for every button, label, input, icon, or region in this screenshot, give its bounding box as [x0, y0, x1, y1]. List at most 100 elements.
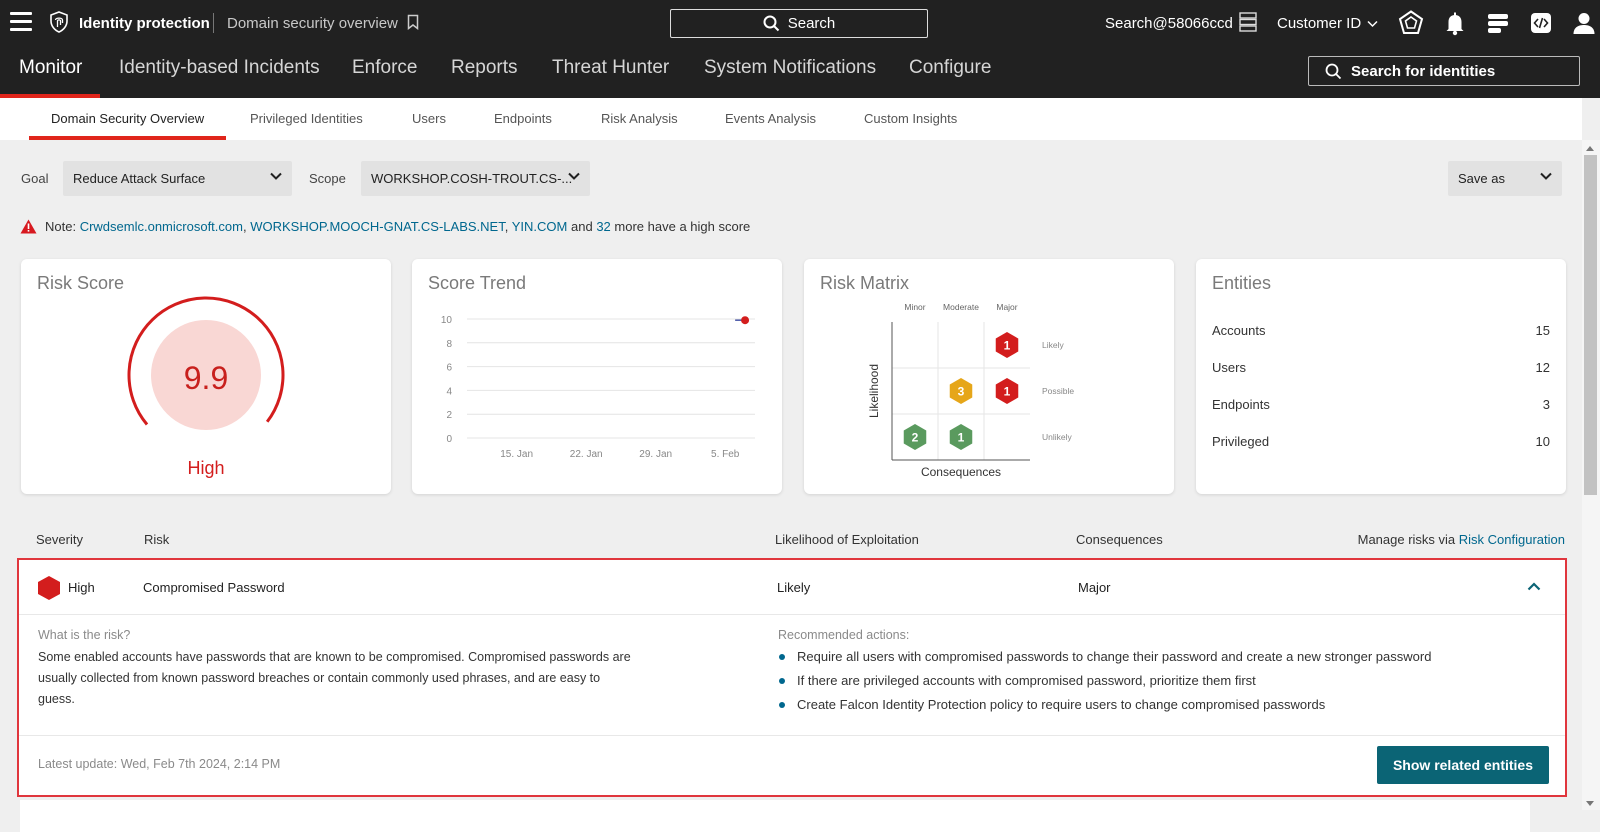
risk-matrix-chart: Minor Moderate Major Likely Possible Unlikely…	[867, 302, 1074, 479]
app-name[interactable]: Identity protection	[79, 15, 210, 32]
entity-count: 10	[1535, 434, 1550, 449]
data-point[interactable]	[741, 316, 750, 325]
chevron-down-icon	[270, 172, 282, 180]
y-tick-label: 0	[446, 434, 452, 445]
bell-icon[interactable]	[1442, 10, 1468, 36]
ai-assistant-icon[interactable]	[1398, 10, 1424, 36]
risk-level-label: High	[187, 458, 225, 478]
tab-domain-security-overview[interactable]: Domain Security Overview	[51, 111, 204, 126]
nav-enforce[interactable]: Enforce	[352, 57, 417, 79]
server-stack-icon[interactable]	[1239, 12, 1257, 32]
y-tick-label: 2	[446, 410, 452, 421]
warning-icon	[20, 219, 37, 234]
search-identities-input[interactable]: Search for identities	[1308, 56, 1580, 86]
matrix-risk-count: 1	[1004, 339, 1011, 353]
next-risk-row[interactable]	[20, 800, 1530, 832]
tab-endpoints[interactable]: Endpoints	[494, 111, 552, 126]
chevron-down-icon	[1540, 172, 1552, 180]
scope-value: WORKSHOP.COSH-TROUT.CS-...	[371, 171, 573, 186]
hamburger-menu-icon[interactable]	[10, 12, 32, 32]
header-likelihood[interactable]: Likelihood of Exploitation	[775, 532, 919, 547]
nav-monitor[interactable]: Monitor	[19, 57, 82, 79]
entity-row-privileged[interactable]: Privileged 10	[1212, 434, 1550, 449]
tab-custom-insights[interactable]: Custom Insights	[864, 111, 957, 126]
likelihood-value: Likely	[777, 580, 811, 595]
matrix-risk-count: 2	[912, 431, 919, 445]
matrix-column-label: Minor	[904, 302, 925, 312]
scroll-down-icon[interactable]	[1586, 801, 1594, 806]
divider	[19, 735, 1565, 736]
risk-score-card: Risk Score 9.9 High	[21, 259, 391, 494]
breadcrumb: Domain security overview	[227, 15, 398, 32]
search-identities-label: Search for identities	[1351, 62, 1496, 80]
global-search-button[interactable]: Search	[670, 9, 928, 38]
nav-configure[interactable]: Configure	[909, 57, 991, 79]
nav-threat-hunter[interactable]: Threat Hunter	[552, 57, 669, 79]
severity-hexagon-icon	[38, 576, 60, 600]
goal-select[interactable]: Reduce Attack Surface	[63, 161, 292, 196]
entity-row-endpoints[interactable]: Endpoints 3	[1212, 397, 1550, 412]
active-tab-indicator	[29, 136, 226, 140]
developer-code-icon[interactable]	[1528, 10, 1554, 36]
note-separator: ,	[242, 219, 247, 234]
risk-configuration-link[interactable]: Risk Configuration	[1459, 532, 1565, 547]
y-tick-label: 8	[446, 339, 452, 350]
recommended-actions-title: Recommended actions:	[778, 628, 910, 642]
nav-reports[interactable]: Reports	[451, 57, 518, 79]
scope-select[interactable]: WORKSHOP.COSH-TROUT.CS-...	[361, 161, 590, 196]
entity-count: 15	[1535, 323, 1550, 338]
messages-icon[interactable]	[1485, 10, 1511, 36]
chevron-down-icon	[568, 172, 580, 180]
bullet	[779, 677, 785, 684]
matrix-risk-count: 1	[958, 431, 965, 445]
matrix-row-label: Unlikely	[1042, 432, 1073, 442]
goal-value: Reduce Attack Surface	[73, 171, 206, 186]
y-tick-label: 6	[446, 363, 452, 374]
save-as-dropdown[interactable]: Save as	[1448, 161, 1562, 196]
header-severity[interactable]: Severity	[36, 532, 83, 547]
goal-label: Goal	[21, 171, 49, 186]
bookmark-icon[interactable]	[407, 14, 419, 30]
tab-privileged-identities[interactable]: Privileged Identities	[250, 111, 363, 126]
show-related-entities-button[interactable]: Show related entities	[1377, 746, 1549, 784]
nav-identity-based-incidents[interactable]: Identity-based Incidents	[119, 57, 320, 79]
fingerprint-shield-icon	[50, 11, 68, 33]
user-profile-icon[interactable]	[1571, 10, 1597, 36]
score-trend-chart: 0 2 4 6 8 10 15. Jan 22. Jan 29. Jan 5. Feb	[441, 315, 755, 460]
header-risk[interactable]: Risk	[144, 532, 169, 547]
risk-name: Compromised Password	[143, 580, 285, 595]
entity-count: 12	[1535, 360, 1550, 375]
entity-label: Users	[1212, 360, 1246, 375]
note-domain-link[interactable]: Crwdsemlc.onmicrosoft.com	[80, 219, 243, 234]
chevron-up-icon[interactable]	[1527, 582, 1541, 591]
score-trend-card: Score Trend 0 2 4 6 8 10 15. Jan 22. Jan 29. Jan…	[412, 259, 782, 494]
severity-value: High	[68, 580, 95, 595]
recommended-action-item: Require all users with compromised passw…	[779, 649, 1431, 664]
note-domain-link[interactable]: YIN.COM	[512, 219, 568, 234]
note-domain-link[interactable]: WORKSHOP.MOOCH-GNAT.CS-LABS.NET	[250, 219, 505, 234]
tab-events-analysis[interactable]: Events Analysis	[725, 111, 816, 126]
top-bar: Identity protection Domain security over…	[0, 0, 1600, 46]
entity-row-accounts[interactable]: Accounts 15	[1212, 323, 1550, 338]
entity-row-users[interactable]: Users 12	[1212, 360, 1550, 375]
tab-users[interactable]: Users	[412, 111, 446, 126]
risk-row-summary[interactable]: High Compromised Password Likely Major	[19, 560, 1565, 615]
nav-system-notifications[interactable]: System Notifications	[704, 57, 876, 79]
header-consequences[interactable]: Consequences	[1076, 532, 1163, 547]
search-icon	[763, 15, 779, 32]
sub-nav: Domain Security Overview Privileged Iden…	[0, 98, 1582, 140]
scroll-up-icon[interactable]	[1586, 146, 1594, 151]
recommended-action-item: If there are privileged accounts with co…	[779, 673, 1256, 688]
save-as-label: Save as	[1458, 171, 1505, 186]
user-account[interactable]: Search@58066ccd	[1105, 15, 1233, 32]
scrollbar-thumb[interactable]	[1584, 155, 1597, 495]
chevron-down-icon	[1367, 20, 1378, 27]
entity-label: Accounts	[1212, 323, 1266, 338]
risk-row-expanded: High Compromised Password Likely Major W…	[17, 558, 1567, 797]
customer-id-dropdown[interactable]: Customer ID	[1277, 15, 1378, 32]
high-score-note: Note: Crwdsemlc.onmicrosoft.com, WORKSHO…	[20, 219, 750, 234]
matrix-column-label: Moderate	[943, 302, 979, 312]
risk-matrix-card: Risk Matrix Minor Moderate Major Likely Poss…	[804, 259, 1174, 494]
note-more-count-link[interactable]: 32	[596, 219, 610, 234]
tab-risk-analysis[interactable]: Risk Analysis	[601, 111, 678, 126]
